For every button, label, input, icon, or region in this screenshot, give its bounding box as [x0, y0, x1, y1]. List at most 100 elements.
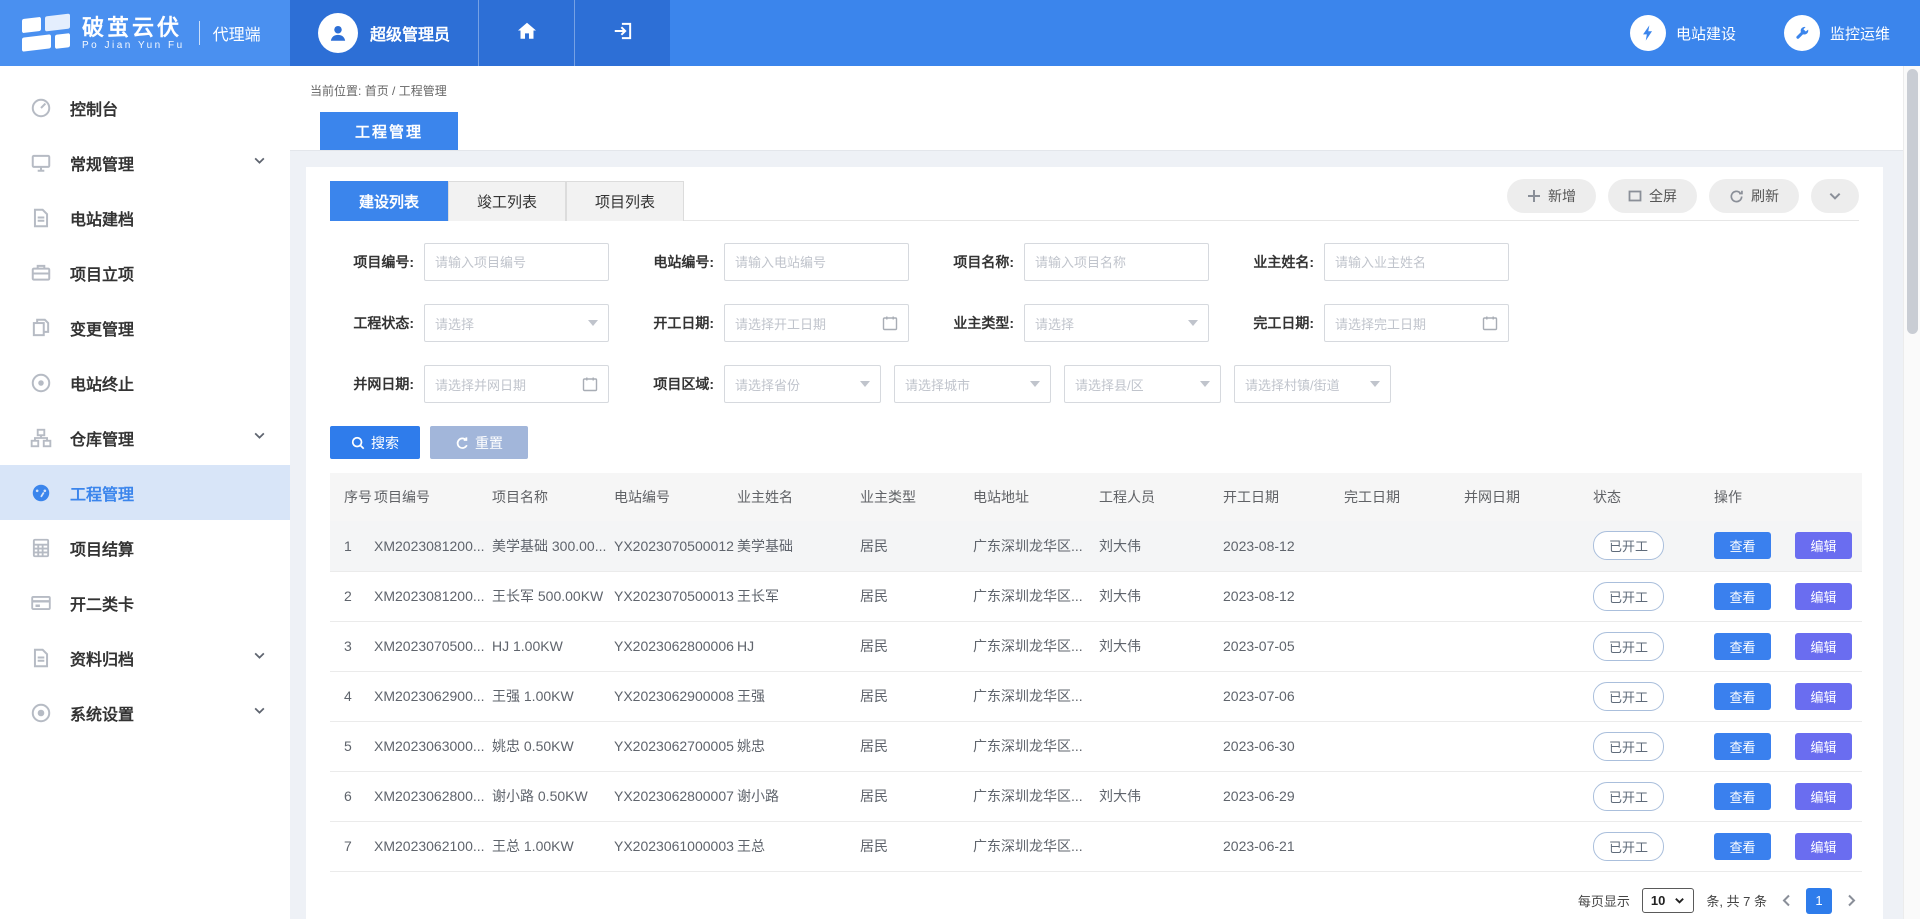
tab-completion-list[interactable]: 竣工列表 — [448, 181, 566, 221]
nav-station-build[interactable]: 电站建设 — [1630, 15, 1736, 51]
settings-icon — [30, 702, 52, 724]
view-button[interactable]: 查看 — [1714, 733, 1771, 760]
logout-button[interactable] — [574, 0, 670, 66]
sidebar-item-general-mgmt[interactable]: 常规管理 — [0, 135, 290, 190]
finish-date-picker[interactable]: 请选择完工日期 — [1324, 304, 1509, 342]
sidebar-item-label: 系统设置 — [70, 701, 134, 725]
sidebar-item-label: 工程管理 — [70, 481, 134, 505]
sidebar-item-system-settings[interactable]: 系统设置 — [0, 685, 290, 740]
tab-project-list[interactable]: 项目列表 — [566, 181, 684, 221]
project-status-select[interactable]: 请选择 — [424, 304, 609, 342]
view-button[interactable]: 查看 — [1714, 783, 1771, 810]
county-select[interactable]: 请选择县/区 — [1064, 365, 1221, 403]
sidebar-item-data-archive[interactable]: 资料归档 — [0, 630, 290, 685]
view-button[interactable]: 查看 — [1714, 683, 1771, 710]
edit-button[interactable]: 编辑 — [1795, 633, 1852, 660]
project-name-input[interactable] — [1035, 255, 1198, 270]
add-button-label: 新增 — [1548, 186, 1576, 206]
project-no-input[interactable] — [435, 255, 598, 270]
owner-name-label: 业主姓名: — [1230, 252, 1314, 272]
tab-construction-list[interactable]: 建设列表 — [330, 181, 448, 221]
sidebar-item-engineering-mgmt[interactable]: 工程管理 — [0, 465, 290, 520]
sidebar-item-station-termination[interactable]: 电站终止 — [0, 355, 290, 410]
next-page-button[interactable] — [1844, 893, 1859, 908]
caret-down-icon — [1370, 381, 1380, 387]
refresh-button[interactable]: 刷新 — [1709, 179, 1799, 213]
breadcrumb-label: 当前位置: — [310, 84, 361, 98]
logout-icon — [612, 20, 634, 47]
grid-date-picker[interactable]: 请选择并网日期 — [424, 365, 609, 403]
col-finish-date: 完工日期 — [1344, 473, 1464, 521]
region-label: 项目区域: — [630, 374, 714, 394]
home-button[interactable] — [478, 0, 574, 66]
per-page-select[interactable]: 10 — [1642, 888, 1694, 913]
reset-button[interactable]: 重置 — [430, 426, 528, 459]
home-icon — [516, 20, 538, 47]
view-button[interactable]: 查看 — [1714, 833, 1771, 860]
col-project-name: 项目名称 — [492, 473, 614, 521]
breadcrumb: 当前位置: 首页 / 工程管理 — [290, 66, 1903, 99]
edit-button[interactable]: 编辑 — [1795, 683, 1852, 710]
collapse-button[interactable] — [1811, 179, 1859, 213]
scrollbar[interactable] — [1903, 66, 1920, 919]
search-icon — [351, 436, 365, 450]
province-select[interactable]: 请选择省份 — [724, 365, 881, 403]
view-button[interactable]: 查看 — [1714, 532, 1771, 559]
sidebar-item-type2-card[interactable]: 开二类卡 — [0, 575, 290, 630]
owner-type-select[interactable]: 请选择 — [1024, 304, 1209, 342]
sidebar-item-station-archive[interactable]: 电站建档 — [0, 190, 290, 245]
finish-date-value: 请选择完工日期 — [1335, 314, 1426, 333]
city-select[interactable]: 请选择城市 — [894, 365, 1051, 403]
breadcrumb-path[interactable]: 首页 / 工程管理 — [365, 84, 447, 98]
sidebar-item-project-settlement[interactable]: 项目结算 — [0, 520, 290, 575]
caret-down-icon — [1200, 381, 1210, 387]
start-date-picker[interactable]: 请选择开工日期 — [724, 304, 909, 342]
chevron-down-icon — [1828, 189, 1842, 203]
edit-button[interactable]: 编辑 — [1795, 833, 1852, 860]
table-row[interactable]: 7 XM2023062100... 王总 1.00KW YX2023061000… — [330, 821, 1862, 871]
status-badge: 已开工 — [1593, 682, 1664, 711]
sidebar-item-change-mgmt[interactable]: 变更管理 — [0, 300, 290, 355]
station-no-input[interactable] — [735, 255, 898, 270]
edit-button[interactable]: 编辑 — [1795, 532, 1852, 559]
view-button[interactable]: 查看 — [1714, 633, 1771, 660]
fullscreen-button[interactable]: 全屏 — [1608, 179, 1697, 213]
chevron-down-icon — [253, 649, 266, 667]
table-row[interactable]: 6 XM2023062800... 谢小路 0.50KW YX202306280… — [330, 771, 1862, 821]
prev-page-button[interactable] — [1779, 893, 1794, 908]
sidebar-item-warehouse-mgmt[interactable]: 仓库管理 — [0, 410, 290, 465]
col-station-no: 电站编号 — [614, 473, 737, 521]
avatar — [318, 13, 358, 53]
table-row[interactable]: 2 XM2023081200... 王长军 500.00KW YX2023070… — [330, 571, 1862, 621]
copy-icon — [30, 317, 52, 339]
sidebar-item-project-initiation[interactable]: 项目立项 — [0, 245, 290, 300]
table-row[interactable]: 3 XM2023070500... HJ 1.00KW YX2023062800… — [330, 621, 1862, 671]
col-grid-date: 并网日期 — [1464, 473, 1593, 521]
sidebar-item-console[interactable]: 控制台 — [0, 80, 290, 135]
user-icon — [327, 22, 349, 44]
scrollbar-thumb[interactable] — [1907, 69, 1918, 334]
page-tab-engineering[interactable]: 工程管理 — [320, 112, 458, 150]
chevron-left-icon — [1779, 893, 1794, 908]
topbar: 当前位置: 首页 / 工程管理 工程管理 — [290, 66, 1903, 151]
table-row[interactable]: 4 XM2023062900... 王强 1.00KW YX2023062900… — [330, 671, 1862, 721]
owner-name-input[interactable] — [1335, 255, 1498, 270]
edit-button[interactable]: 编辑 — [1795, 783, 1852, 810]
search-button[interactable]: 搜索 — [330, 426, 420, 459]
table-row[interactable]: 1 XM2023081200... 美学基础 300.00... YX20230… — [330, 521, 1862, 571]
col-address: 电站地址 — [973, 473, 1099, 521]
nav-monitor-ops[interactable]: 监控运维 — [1784, 15, 1890, 51]
edit-button[interactable]: 编辑 — [1795, 733, 1852, 760]
table-row[interactable]: 5 XM2023063000... 姚忠 0.50KW YX2023062700… — [330, 721, 1862, 771]
add-button[interactable]: 新增 — [1507, 179, 1596, 213]
owner-type-value: 请选择 — [1035, 314, 1074, 333]
user-menu[interactable]: 超级管理员 — [290, 0, 478, 66]
total-label: 条, 共 7 条 — [1706, 891, 1767, 910]
page-1-button[interactable]: 1 — [1806, 888, 1832, 914]
grid-date-value: 请选择并网日期 — [435, 375, 526, 394]
view-button[interactable]: 查看 — [1714, 583, 1771, 610]
edit-button[interactable]: 编辑 — [1795, 583, 1852, 610]
town-select[interactable]: 请选择村镇/街道 — [1234, 365, 1391, 403]
content-card: 建设列表 竣工列表 项目列表 新增 全屏 — [306, 167, 1883, 919]
caret-down-icon — [860, 381, 870, 387]
